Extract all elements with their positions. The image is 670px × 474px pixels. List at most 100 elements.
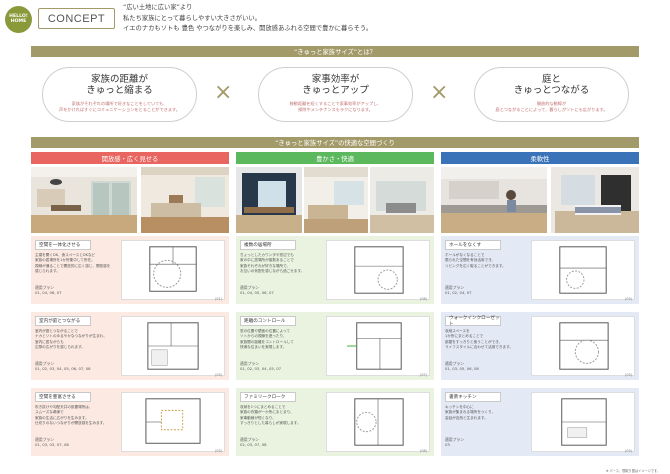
column-heading-openness: 開放感・広く見せる [31,152,229,164]
section-band-spaces: “きゅっと家族サイズ”の快適な空間づくり [31,137,639,148]
plan-ref: (08) [420,297,427,301]
floor-plan-diagram [531,392,635,452]
feature-label: 空間を一体化させる [35,240,91,250]
feature-card: ファミリークローク 収納を1つにまとめることで 家族の衣類が一か所にまとまり、 … [236,388,434,456]
feature-label: 複数の居場所 [240,240,296,250]
feature-description: ホールがなくなることで 限られた空間を有効活用でき、 リビングを広く取ることがで… [445,253,527,269]
feature-label: ファミリークローク [240,392,296,402]
plan-list: 適用プラン 01, 02, 04, 07 [445,285,472,296]
logo-line2: HOME [10,18,27,24]
feature-description: 収納スペースを 1か所にまとめることで 部屋をすっきりと使うことができ、 ライフ… [445,329,527,350]
concept-title-line: きゅっと縮まる [86,85,153,96]
concept-circle-distance: 家族の距離が きゅっと縮まる 家族がそれぞれの場所で好きなことをしていても、 声… [42,67,197,122]
concept-sub-line: 声をかければすぐにコミュニケーションをとることができます。 [59,107,180,112]
feature-card: 空間を豊富させる 吹き抜けや勾配天井の設置場所は、 スムーズな導線で 家族の生活… [31,388,229,456]
floor-plan-diagram [121,240,225,300]
desc-line: ライフスタイルに合わせて活用できます。 [445,344,513,349]
feature-description: 吹き抜けや勾配天井の設置場所は、 スムーズな導線で 家族の生活に広がりを生みます… [35,405,117,426]
plan-list: 適用プラン 01, 02, 03, 04, 05, 06, 07, 08 [35,361,91,372]
plan-list: 適用プラン 01, 02, 03, 04, 05, 07 [240,361,281,372]
brand-logo: HELLO! HOME [5,6,32,33]
concept-circle-garden: 庭と きゅっとつながる 開放的な動線が 庭とつながることによって、暮らしがソトに… [474,67,629,122]
feature-card: 空間を一体化させる 主寝を開くDK、食スペースとDKなど 家族の居場所を1か所集… [31,236,229,304]
feature-card: 室内が庭とつながる 室内が庭とつながることで ナカとソトのゆるやかなつながりが生… [31,312,229,380]
feature-description: 室内が庭とつながることで ナカとソトのゆるやかなつながりが生まれ、 室内に居なが… [35,329,117,350]
plan-numbers: 01, 04, 06, 07 [35,290,62,296]
plan-numbers: 01, 02, 03, 04, 05, 06, 07, 08 [35,366,91,372]
interior-photo-openness [31,167,229,233]
plan-list: 適用プラン 01, 03, 05, 06, 08 [445,361,479,372]
desc-line: ナカとソトのゆるやかなつながりが生まれ、 [35,334,107,339]
concept-sub: 移動距離を短くすることで家事効率がアップし、 掃除やメンテナンスもラクになります… [259,101,412,113]
desc-line: 快適な住まいを実現します。 [240,344,287,349]
concept-tagline: “広い土地に広い家”より 私たち家族にとって暮らしやすい大きさがいい。 イエのナ… [123,3,372,35]
floor-plan-diagram [531,240,635,300]
concept-sub-line: 庭とつながることによって、暮らしがソトにも広がります。 [495,107,608,112]
plan-numbers: 03 [445,442,450,448]
section-band-what: “きゅっと家族サイズ”とは？ [31,46,639,57]
times-icon: × [430,80,449,105]
column-heading-flexibility: 柔軟性 [441,152,639,164]
plan-numbers: 02, 03, 07, 08 [240,442,267,448]
tagline-line: 私たち家族にとって暮らしやすい大きさがいい。 [123,14,261,22]
plan-list: 適用プラン 01, 04, 06, 07 [35,285,62,296]
feature-description: ちょっとしたカウンタや窓辺でも 家の中に居場所が複数あることで 家族それぞれが好… [240,253,322,274]
plan-ref: (08) [420,449,427,453]
concept-sub: 開放的な動線が 庭とつながることによって、暮らしがソトにも広がります。 [475,101,628,113]
feature-description: キッチンを中心に 家族が集まれる場所をつくり、 会話が自然と生まれます。 [445,405,527,421]
feature-label: 空間を豊富させる [35,392,91,402]
plan-numbers: 01, 04, 05, 06, 07 [240,290,274,296]
feature-card: 複数の居場所 ちょっとしたカウンタや窓辺でも 家の中に居場所が複数あることで 家… [236,236,434,304]
concept-sub-line: 掃除やメンテナンスもラクになります。 [298,107,373,112]
desc-line: リビングを広く取ることができます。 [445,263,506,268]
interior-photo-comfort [236,167,434,233]
feature-label: ウォークインクローゼット [445,316,501,327]
floor-plan-diagram [121,392,225,452]
plan-numbers: 01, 02, 04, 07 [445,290,472,296]
plan-ref: (03) [215,449,222,453]
feature-card: ウォークインクローゼット 収納スペースを 1か所にまとめることで 部屋をすっきり… [441,312,639,380]
desc-line: すっきりとした暮らしが実現します。 [240,420,301,425]
floor-plan-diagram [121,316,225,376]
plan-list: 適用プラン 01, 04, 05, 06, 07 [240,285,274,296]
plan-ref: (03) [625,297,632,301]
floor-plan-diagram [326,240,430,300]
concept-title-line: 家族の距離が [90,74,148,85]
concept-title: CONCEPT [38,8,115,29]
feature-label: 室内が庭とつながる [35,316,91,326]
feature-description: 収納を1つにまとめることで 家族の衣類が一か所にまとまり、 家事動線が短くなり、… [240,405,322,426]
floor-plan-diagram [531,316,635,376]
desc-line: 仕切りのないつながりが開放感を生みます。 [35,420,107,425]
feature-card: ホールをなくす ホールがなくなることで 限られた空間を有効活用でき、 リビングを… [441,236,639,304]
tagline-line: イエのナカもソトも 豊色 やつながりを楽しみ、開放感あふれる空間で豊かに暮らそう… [123,25,373,32]
plan-list: 適用プラン 02, 03, 07, 08 [240,437,267,448]
concept-title-line: 庭と [541,74,561,85]
plan-numbers: 01, 03, 03, 07, 08 [35,442,69,448]
desc-line: 広際の広がりを感じられます。 [35,344,85,349]
desc-line: お互いの気配を感じながら過ごせます。 [240,268,305,273]
footer-note: ※ パース、間取り図はイメージです。 [605,469,660,473]
concept-title-line: きゅっとつながる [513,85,590,96]
concept-title-line: 家事効率が [311,74,360,85]
feature-label: ホールをなくす [445,240,501,250]
plan-numbers: 01, 03, 05, 06, 08 [445,366,479,372]
feature-card: 書斎キッチン キッチンを中心に 家族が集まれる場所をつくり、 会話が自然と生まれ… [441,388,639,456]
concept-circle-housework: 家事効率が きゅっとアップ 移動距離を短くすることで家事効率がアップし、 掃除や… [258,67,413,122]
times-icon: × [214,80,233,105]
plan-ref: (03) [215,373,222,377]
feature-label: 書斎キッチン [445,392,501,402]
plan-ref: (07) [420,373,427,377]
desc-line: 会話が自然と生まれます。 [445,415,488,420]
tagline-line: “広い土地に広い家”より [123,4,193,11]
plan-list: 適用プラン 03 [445,437,464,448]
feature-description: 主寝を開くDK、食スペースとDKなど 家族の居場所を1か所集中して所在。 視線が… [35,253,117,274]
plan-numbers: 01, 02, 03, 04, 05, 07 [240,366,282,372]
plan-ref: (03) [625,373,632,377]
floor-plan-diagram [326,392,430,452]
desc-line: 感じられます。 [35,268,60,273]
interior-photo-flexibility [441,167,639,233]
plan-list: 適用プラン 01, 03, 03, 07, 08 [35,437,69,448]
floor-plan-diagram [326,316,430,376]
column-heading-comfort: 豊かさ・快適 [236,152,434,164]
plan-ref: (03) [625,449,632,453]
